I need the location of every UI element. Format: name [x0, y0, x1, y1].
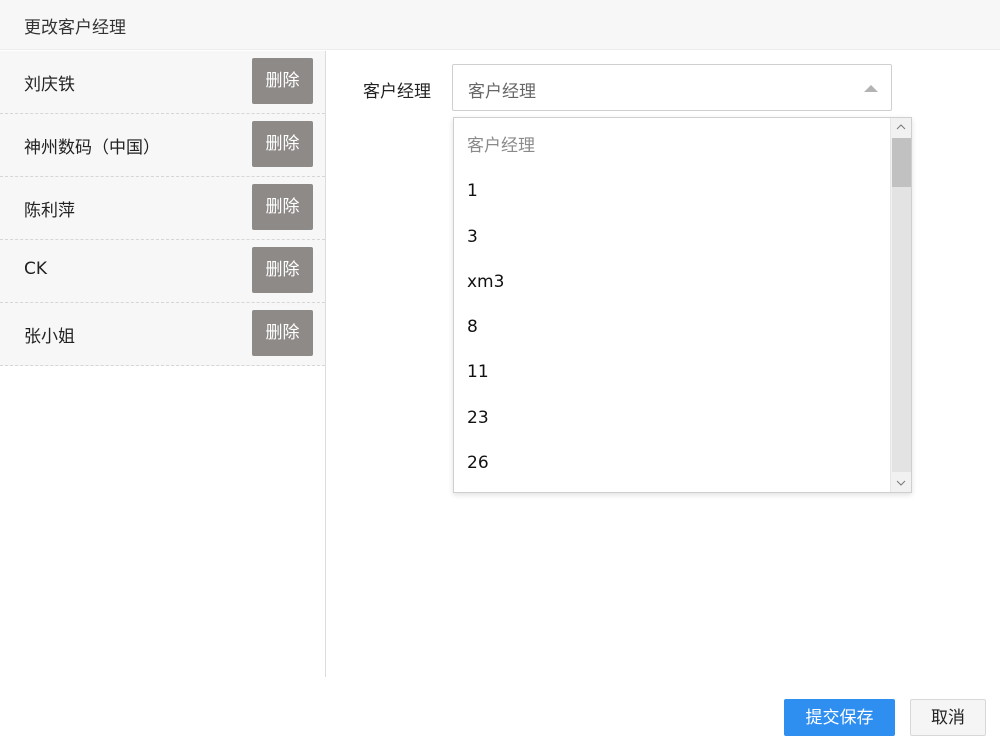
dropdown-option[interactable]: 3	[454, 215, 891, 260]
chevron-up-icon[interactable]	[891, 118, 911, 136]
cancel-button[interactable]: 取消	[910, 699, 986, 736]
customer-name: 刘庆铁	[24, 75, 75, 95]
dropdown-scrollbar[interactable]	[890, 118, 911, 492]
caret-up-icon	[864, 85, 878, 92]
submit-save-button[interactable]: 提交保存	[784, 699, 895, 736]
dropdown-options: 客户经理 1 3 xm3 8 11 23 26	[454, 124, 891, 486]
dropdown-option[interactable]: 11	[454, 350, 891, 395]
dropdown-option[interactable]: 客户经理	[454, 124, 891, 169]
dialog-title: 更改客户经理	[24, 18, 126, 38]
list-item: CK 删除	[0, 240, 325, 303]
delete-button[interactable]: 删除	[252, 121, 313, 167]
manager-field-label: 客户经理	[363, 82, 431, 102]
dropdown-option[interactable]: xm3	[454, 260, 891, 305]
delete-button[interactable]: 删除	[252, 58, 313, 104]
change-manager-dialog: 更改客户经理 刘庆铁 删除 神州数码（中国） 删除 陈利萍 删除 CK 删除 张…	[0, 0, 1000, 749]
select-current-value: 客户经理	[468, 82, 536, 102]
dropdown-option[interactable]: 1	[454, 169, 891, 214]
customer-name: 神州数码（中国）	[24, 138, 160, 158]
dropdown-option[interactable]: 26	[454, 441, 891, 486]
customer-name: 张小姐	[24, 327, 75, 347]
delete-button[interactable]: 删除	[252, 310, 313, 356]
manager-select[interactable]: 客户经理	[452, 64, 892, 111]
chevron-down-icon[interactable]	[891, 474, 911, 492]
list-item: 张小姐 删除	[0, 303, 325, 366]
list-item: 刘庆铁 删除	[0, 51, 325, 114]
customer-name: 陈利萍	[24, 201, 75, 221]
delete-button[interactable]: 删除	[252, 184, 313, 230]
list-item: 陈利萍 删除	[0, 177, 325, 240]
delete-button[interactable]: 删除	[252, 247, 313, 293]
scrollbar-track	[892, 187, 911, 472]
customer-list: 刘庆铁 删除 神州数码（中国） 删除 陈利萍 删除 CK 删除 张小姐 删除	[0, 51, 326, 677]
manager-dropdown-list: 客户经理 1 3 xm3 8 11 23 26	[453, 117, 912, 493]
dialog-header: 更改客户经理	[0, 0, 1000, 50]
dropdown-option[interactable]: 23	[454, 396, 891, 441]
scrollbar-thumb[interactable]	[892, 138, 911, 187]
dropdown-option[interactable]: 8	[454, 305, 891, 350]
list-item: 神州数码（中国） 删除	[0, 114, 325, 177]
customer-name: CK	[24, 259, 48, 279]
